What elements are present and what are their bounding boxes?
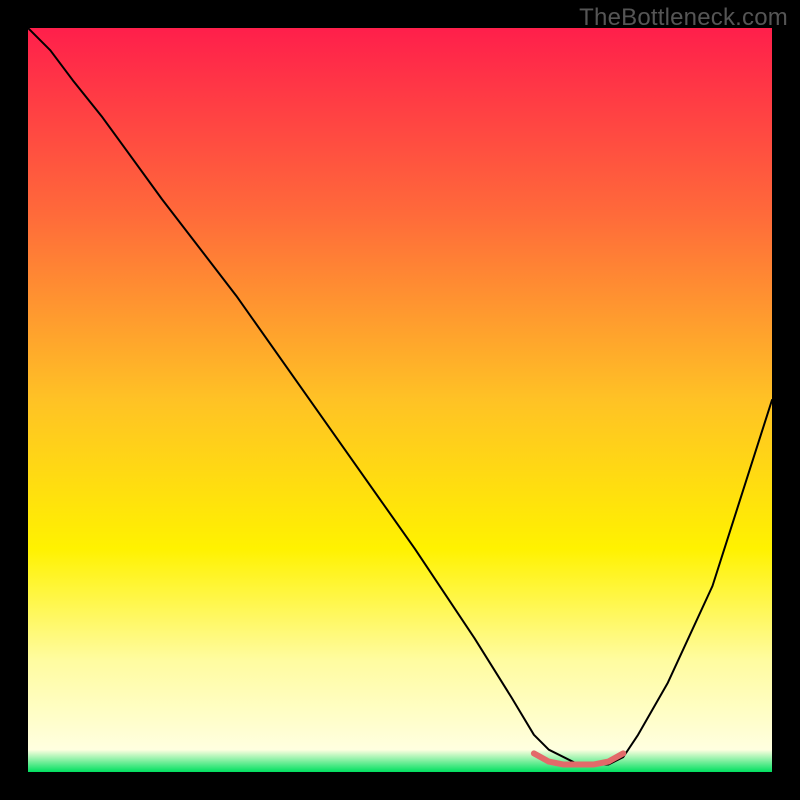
chart-svg [28,28,772,772]
watermark-text: TheBottleneck.com [579,4,788,32]
chart-area [28,28,772,772]
chart-background [28,28,772,772]
